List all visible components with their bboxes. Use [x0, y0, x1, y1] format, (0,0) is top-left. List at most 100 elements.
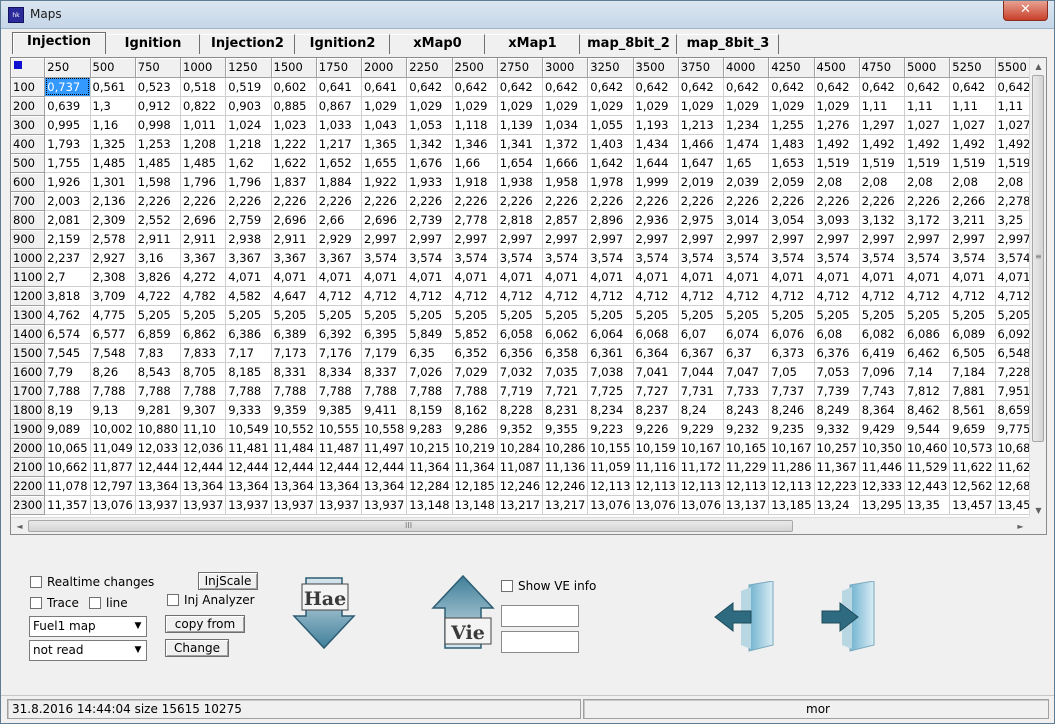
grid-cell[interactable]: 1,62 — [225, 153, 272, 173]
grid-cell[interactable]: 2,696 — [271, 210, 317, 230]
grid-cell[interactable]: 9,359 — [271, 400, 317, 420]
close-button[interactable]: ✕ — [1003, 1, 1048, 21]
grid-cell[interactable]: 3,574 — [587, 248, 634, 268]
grid-cell[interactable]: 0,642 — [768, 77, 815, 97]
grid-cell[interactable]: 1,666 — [542, 153, 589, 173]
grid-cell[interactable]: 3,574 — [949, 248, 996, 268]
grid-cell[interactable]: 6,364 — [633, 343, 679, 363]
column-header[interactable]: 2750 — [497, 58, 544, 78]
grid-cell[interactable]: 11,877 — [90, 457, 136, 477]
grid-cell[interactable]: 6,089 — [949, 324, 996, 344]
grid-cell[interactable]: 4,712 — [406, 286, 453, 306]
grid-cell[interactable]: 4,782 — [180, 286, 227, 306]
grid-cell[interactable]: 1,793 — [44, 134, 91, 154]
grid-cell[interactable]: 7,725 — [587, 381, 634, 401]
grid-cell[interactable]: 7,173 — [271, 343, 317, 363]
grid-cell[interactable]: 0,639 — [44, 96, 91, 116]
grid-cell[interactable]: 10,460 — [904, 438, 951, 458]
grid-cell[interactable]: 1,029 — [814, 96, 860, 116]
grid-cell[interactable]: 3,574 — [542, 248, 589, 268]
grid-cell[interactable]: 10,555 — [316, 419, 363, 439]
arrow-right-icon[interactable] — [816, 580, 880, 653]
tab-ignition2[interactable]: Ignition2 — [296, 34, 390, 54]
grid-cell[interactable]: 6,392 — [316, 324, 363, 344]
grid-cell[interactable]: 4,071 — [361, 267, 408, 287]
grid-cell[interactable]: 13,364 — [225, 476, 272, 496]
grid-cell[interactable]: 5,205 — [271, 305, 317, 325]
change-button[interactable]: Change — [165, 639, 229, 657]
grid-cell[interactable]: 1,234 — [723, 115, 770, 135]
row-header[interactable]: 300 — [11, 115, 46, 135]
grid-cell[interactable]: 3,367 — [316, 248, 363, 268]
grid-cell[interactable]: 4,712 — [633, 286, 679, 306]
grid-cell[interactable]: 2,911 — [135, 229, 182, 249]
grid-cell[interactable]: 13,364 — [135, 476, 182, 496]
grid-cell[interactable]: 2,929 — [316, 229, 363, 249]
grid-cell[interactable]: 4,071 — [497, 267, 544, 287]
vie-upload-icon[interactable]: Vie — [431, 574, 495, 650]
grid-cell[interactable]: 0,642 — [587, 77, 634, 97]
grid-cell[interactable]: 2,759 — [225, 210, 272, 230]
grid-cell[interactable]: 0,642 — [949, 77, 996, 97]
grid-cell[interactable]: 13,217 — [497, 495, 544, 515]
grid-cell[interactable]: 1,024 — [225, 115, 272, 135]
grid-cell[interactable]: 4,712 — [678, 286, 725, 306]
grid-cell[interactable]: 7,83 — [135, 343, 182, 363]
grid-cell[interactable]: 2,997 — [678, 229, 725, 249]
grid-cell[interactable]: 10,284 — [497, 438, 544, 458]
row-header[interactable]: 500 — [11, 153, 46, 173]
grid-cell[interactable]: 11,497 — [361, 438, 408, 458]
grid-cell[interactable]: 10,257 — [814, 438, 860, 458]
grid-cell[interactable]: 2,266 — [949, 191, 996, 211]
grid-cell[interactable]: 9,229 — [678, 419, 725, 439]
grid-cell[interactable]: 6,462 — [904, 343, 951, 363]
scroll-right-icon[interactable]: ► — [1012, 518, 1029, 534]
grid-cell[interactable]: 7,184 — [949, 362, 996, 382]
grid-cell[interactable]: 3,16 — [135, 248, 182, 268]
column-header[interactable]: 4750 — [859, 58, 906, 78]
grid-cell[interactable]: 2,226 — [723, 191, 770, 211]
grid-cell[interactable]: 8,231 — [542, 400, 589, 420]
grid-cell[interactable]: 13,24 — [814, 495, 860, 515]
grid-cell[interactable]: 11,364 — [452, 457, 498, 477]
grid-cell[interactable]: 2,997 — [633, 229, 679, 249]
grid-cell[interactable]: 2,226 — [135, 191, 182, 211]
grid-cell[interactable]: 1,034 — [542, 115, 589, 135]
grid-cell[interactable]: 1,029 — [497, 96, 544, 116]
grid-cell[interactable]: 13,364 — [180, 476, 227, 496]
grid-cell[interactable]: 5,205 — [316, 305, 363, 325]
row-header[interactable]: 1100 — [11, 267, 46, 287]
grid-cell[interactable]: 0,642 — [452, 77, 498, 97]
grid-cell[interactable]: 13,937 — [316, 495, 363, 515]
realtime-changes-checkbox[interactable]: Realtime changes — [30, 575, 154, 589]
grid-cell[interactable]: 0,641 — [361, 77, 408, 97]
grid-cell[interactable]: 4,582 — [225, 286, 272, 306]
grid-cell[interactable]: 1,519 — [995, 153, 1029, 173]
grid-cell[interactable]: 1,938 — [497, 172, 544, 192]
grid-cell[interactable]: 13,364 — [271, 476, 317, 496]
grid-cell[interactable]: 1,222 — [271, 134, 317, 154]
grid-cell[interactable]: 13,937 — [135, 495, 182, 515]
checkbox-box[interactable] — [89, 597, 101, 609]
grid-cell[interactable]: 1,276 — [814, 115, 860, 135]
grid-cell[interactable]: 11,136 — [542, 457, 589, 477]
column-header[interactable]: 3750 — [678, 58, 725, 78]
grid-cell[interactable]: 12,113 — [723, 476, 770, 496]
grid-cell[interactable]: 4,071 — [904, 267, 951, 287]
grid-cell[interactable]: 0,642 — [904, 77, 951, 97]
grid-cell[interactable]: 0,642 — [723, 77, 770, 97]
grid-cell[interactable]: 5,205 — [452, 305, 498, 325]
grid-cell[interactable]: 3,574 — [814, 248, 860, 268]
title-bar[interactable]: hk Maps ✕ — [1, 1, 1054, 29]
grid-cell[interactable]: 2,136 — [90, 191, 136, 211]
grid-cell[interactable]: 6,574 — [44, 324, 91, 344]
grid-cell[interactable]: 1,958 — [542, 172, 589, 192]
checkbox-box[interactable] — [167, 594, 179, 606]
tab-xmap1[interactable]: xMap1 — [486, 34, 580, 54]
grid-cell[interactable]: 12,444 — [316, 457, 363, 477]
grid-cell[interactable]: 0,885 — [271, 96, 317, 116]
grid-cell[interactable]: 1,029 — [768, 96, 815, 116]
grid-cell[interactable]: 1,474 — [723, 134, 770, 154]
grid-cell[interactable]: 10,002 — [90, 419, 136, 439]
grid-cell[interactable]: 7,788 — [180, 381, 227, 401]
